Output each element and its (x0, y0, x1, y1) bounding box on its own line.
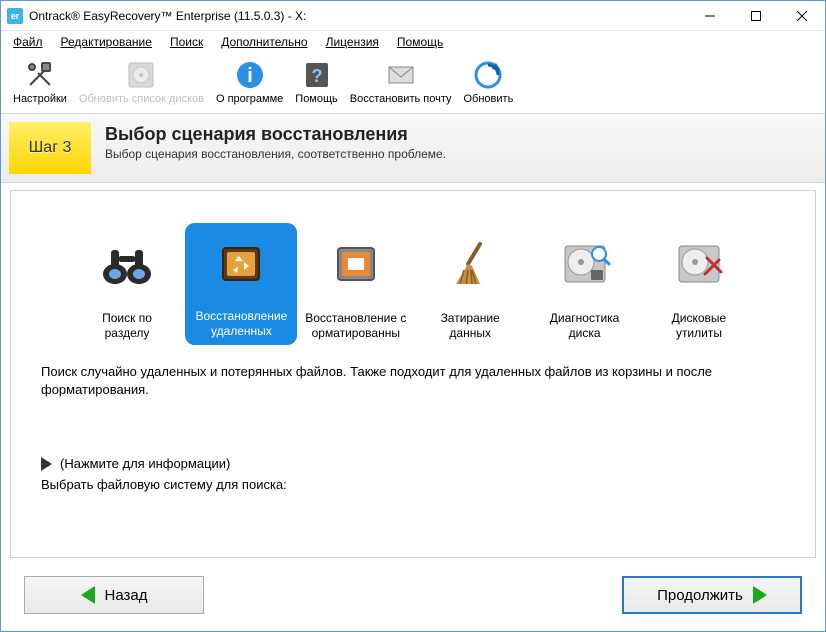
menu-help[interactable]: Помощь (389, 33, 451, 51)
tool-about-label: О программе (216, 93, 283, 105)
next-button-label: Продолжить (657, 587, 743, 604)
info-icon: i (234, 59, 266, 91)
option-label: Поиск по разделу (71, 311, 183, 341)
recycle-bin-icon (211, 238, 271, 290)
binoculars-icon (97, 238, 157, 290)
arrow-right-icon (753, 586, 767, 604)
option-wipe-data[interactable]: Затирание данных (414, 223, 526, 345)
menu-license[interactable]: Лицензия (318, 33, 387, 51)
close-button[interactable] (779, 1, 825, 31)
content-frame: Поиск по разделу Восстановление удаленны… (10, 190, 816, 558)
back-button-label: Назад (105, 587, 148, 604)
option-label: Затирание данных (414, 311, 526, 341)
menu-file[interactable]: Файл (5, 33, 51, 51)
step-badge: Шаг 3 (9, 122, 91, 174)
tool-update[interactable]: Обновить (458, 57, 520, 107)
menu-bar: Файл Редактирование Поиск Дополнительно … (1, 31, 825, 53)
help-icon: ? (301, 59, 333, 91)
filesystem-label: Выбрать файловую систему для поиска: (11, 471, 815, 492)
tool-restore-mail-label: Восстановить почту (350, 93, 452, 105)
svg-text:i: i (247, 65, 253, 87)
option-label: Восстановление удаленных (185, 305, 297, 345)
window-controls (687, 1, 825, 31)
tool-update-label: Обновить (464, 93, 514, 105)
option-recover-formatted[interactable]: Восстановление с орматированны (300, 223, 412, 345)
maximize-button[interactable] (733, 1, 779, 31)
drive-recover-icon (326, 238, 386, 290)
tool-refresh-disks-label: Обновить список дисков (79, 93, 204, 105)
minimize-button[interactable] (687, 1, 733, 31)
step-title: Выбор сценария восстановления (105, 124, 446, 145)
option-label: Дисковые утилиты (643, 311, 755, 341)
option-recover-deleted[interactable]: Восстановление удаленных (185, 223, 297, 345)
menu-extra[interactable]: Дополнительно (213, 33, 315, 51)
hdd-diagnostics-icon (555, 238, 615, 290)
window-title: Ontrack® EasyRecovery™ Enterprise (11.5.… (29, 9, 306, 23)
menu-edit[interactable]: Редактирование (53, 33, 160, 51)
tool-settings[interactable]: Настройки (7, 57, 73, 107)
scenario-description: Поиск случайно удаленных и потерянных фа… (11, 345, 815, 398)
settings-icon (24, 59, 56, 91)
option-disk-utilities[interactable]: Дисковые утилиты (643, 223, 755, 345)
option-partition-search[interactable]: Поиск по разделу (71, 223, 183, 345)
arrow-left-icon (81, 586, 95, 604)
svg-text:?: ? (311, 66, 322, 86)
option-label: Восстановление с орматированны (300, 311, 412, 341)
tool-restore-mail[interactable]: Восстановить почту (344, 57, 458, 107)
tool-settings-label: Настройки (13, 93, 67, 105)
broom-icon (440, 238, 500, 290)
wizard-nav: Назад Продолжить (24, 576, 802, 614)
back-button[interactable]: Назад (24, 576, 204, 614)
main-panel: Поиск по разделу Восстановление удаленны… (11, 191, 815, 492)
next-button[interactable]: Продолжить (622, 576, 802, 614)
option-disk-diagnostics[interactable]: Диагностика диска (529, 223, 641, 345)
hdd-tools-icon (669, 238, 729, 290)
mail-icon (385, 59, 417, 91)
step-subtitle: Выбор сценария восстановления, соответст… (105, 147, 446, 161)
tool-refresh-disks: Обновить список дисков (73, 57, 210, 107)
tool-about[interactable]: i О программе (210, 57, 289, 107)
info-hint-label[interactable]: (Нажмите для информации) (60, 456, 230, 471)
disk-icon (125, 59, 157, 91)
scenario-options: Поиск по разделу Восстановление удаленны… (11, 209, 815, 345)
tool-help[interactable]: ? Помощь (289, 57, 344, 107)
expand-triangle-icon[interactable] (41, 457, 52, 471)
step-text: Выбор сценария восстановления Выбор сцен… (91, 114, 460, 182)
option-label: Диагностика диска (529, 311, 641, 341)
step-header: Шаг 3 Выбор сценария восстановления Выбо… (1, 113, 825, 183)
menu-search[interactable]: Поиск (162, 33, 211, 51)
toolbar: Настройки Обновить список дисков i О про… (1, 53, 825, 113)
update-icon (472, 59, 504, 91)
info-expander: (Нажмите для информации) (11, 456, 815, 471)
tool-help-label: Помощь (295, 93, 338, 105)
app-icon: er (7, 8, 23, 24)
title-bar: er Ontrack® EasyRecovery™ Enterprise (11… (1, 1, 825, 31)
